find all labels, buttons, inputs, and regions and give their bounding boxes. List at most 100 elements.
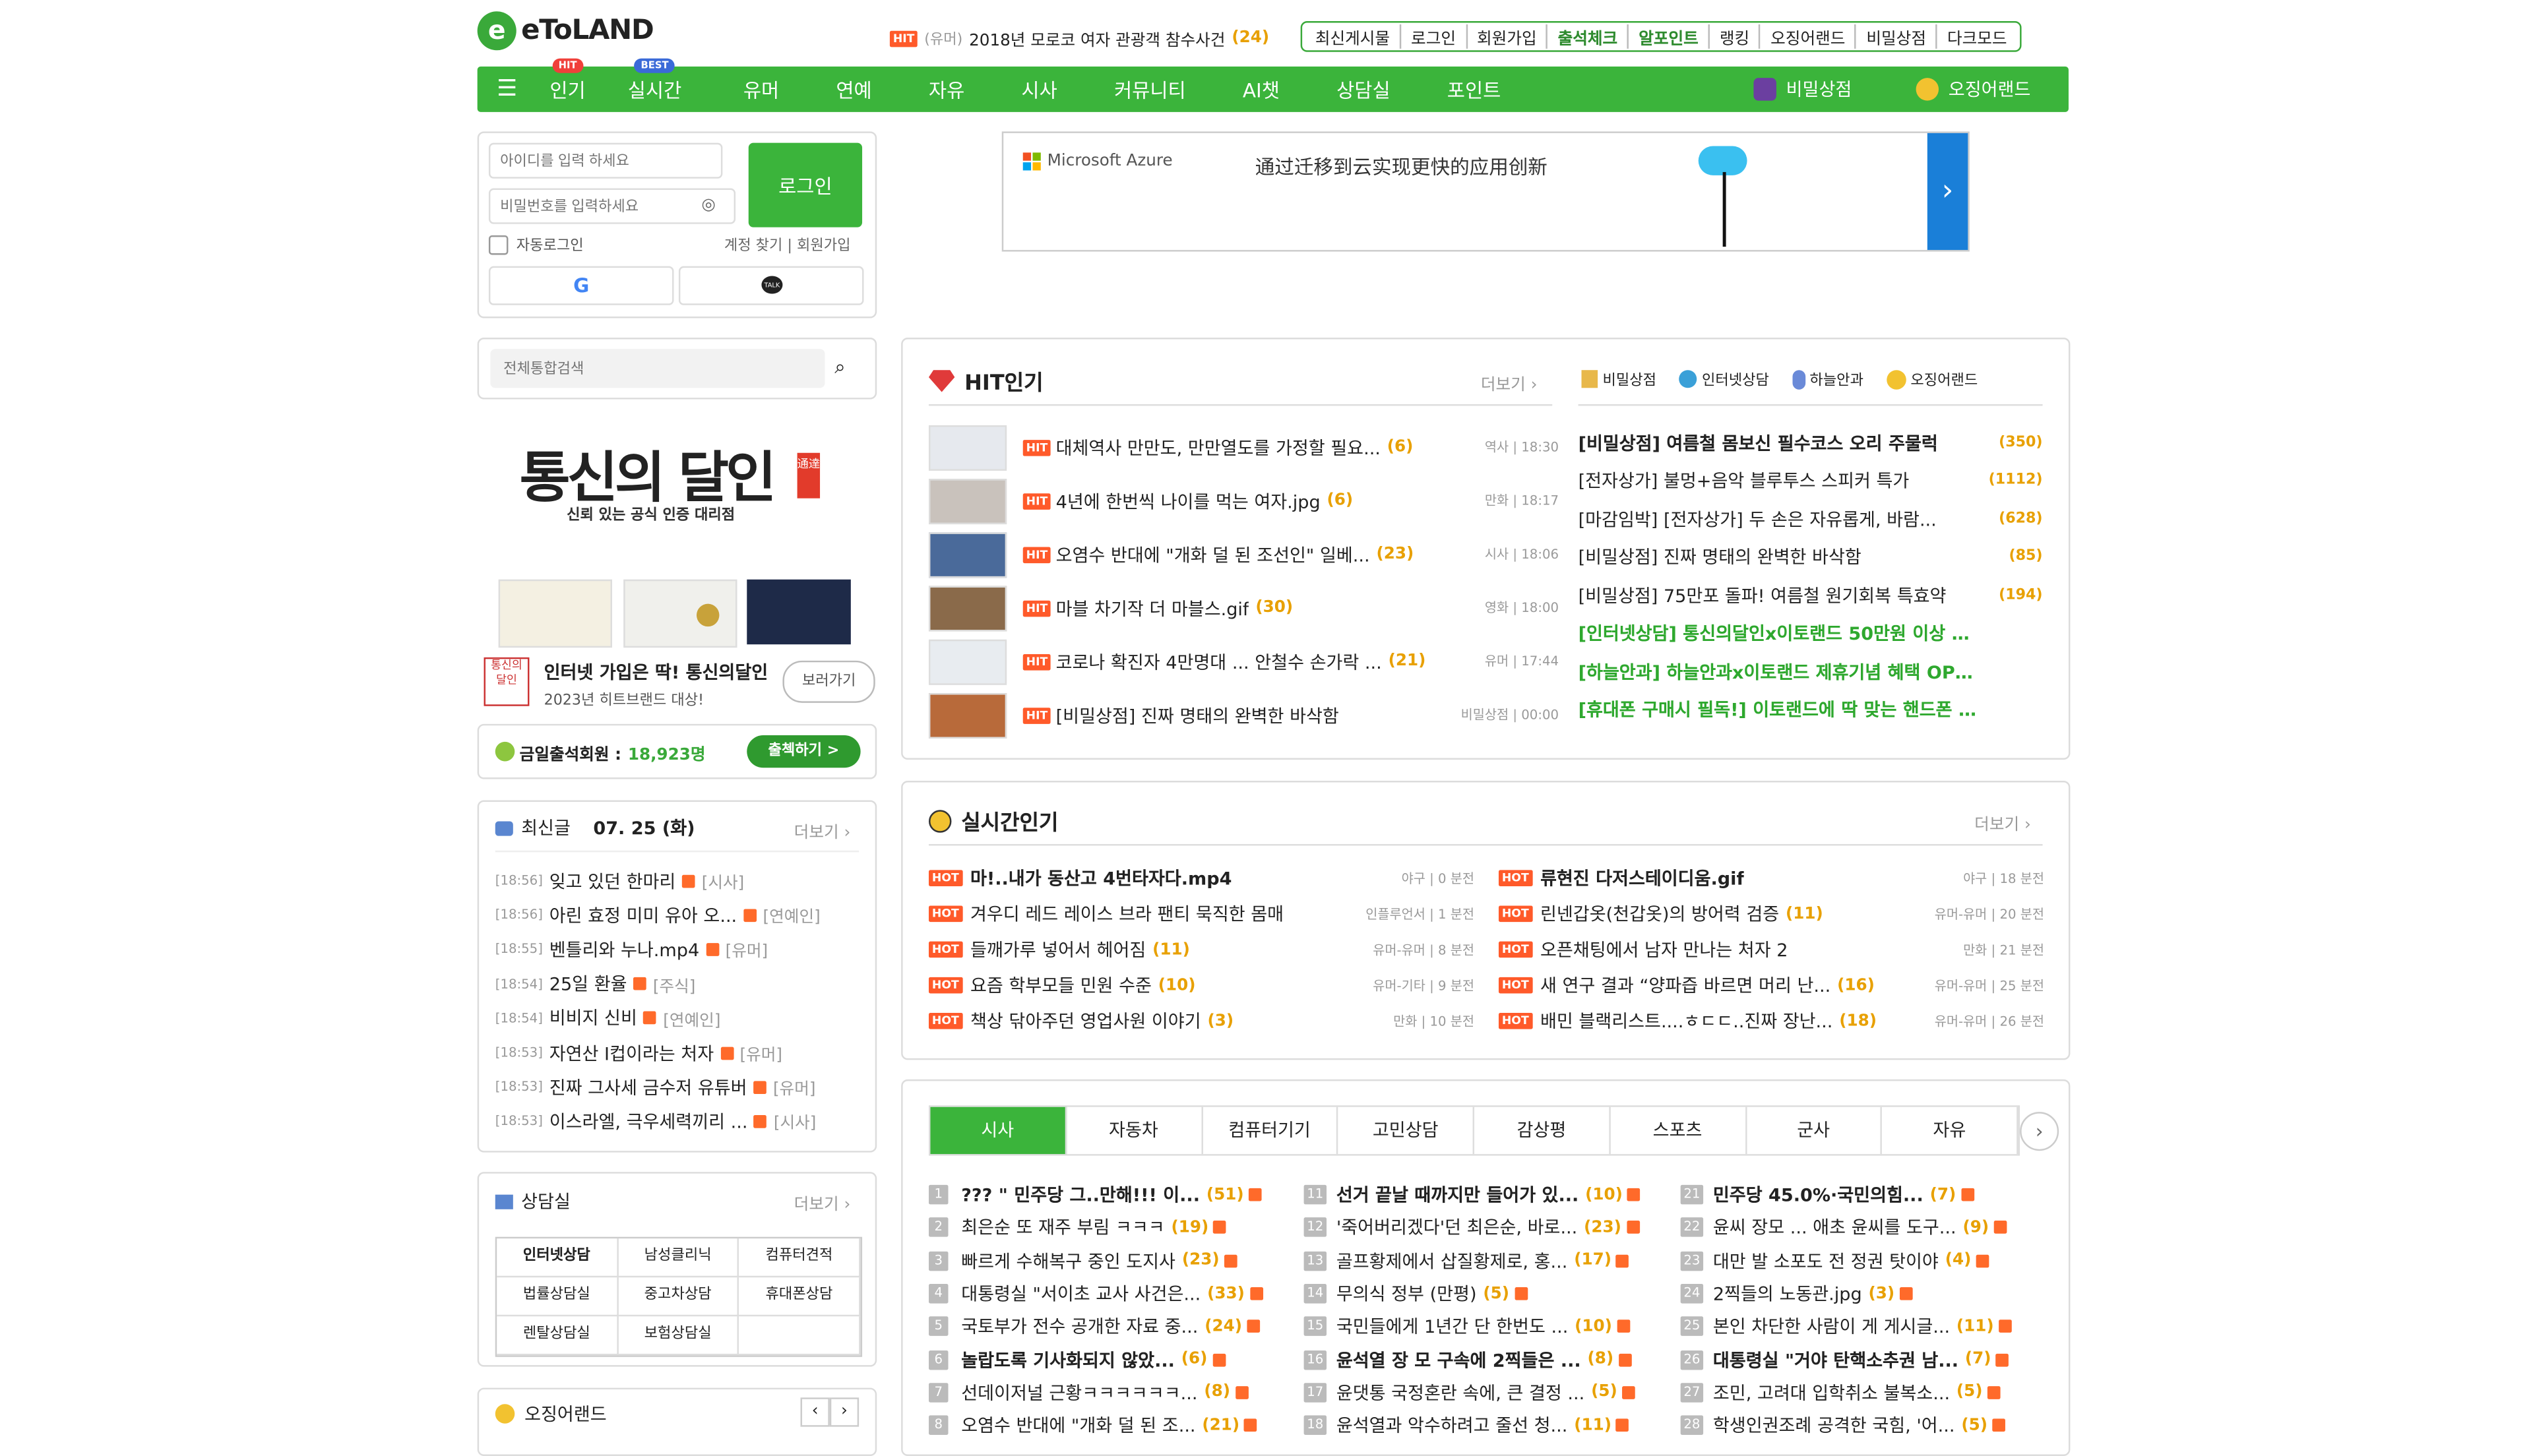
- realtime-title-text[interactable]: 린넨갑옷(천갑옷)의 방어력 검증: [1540, 901, 1779, 926]
- realtime-title-text[interactable]: 배민 블랙리스트....ㅎㄷㄷ..진짜 장난...: [1540, 1008, 1832, 1034]
- link-squidland[interactable]: 오징어랜드: [1759, 24, 1855, 49]
- board-item-title[interactable]: 국민들에게 1년간 단 한번도 ...: [1336, 1314, 1568, 1339]
- ad-banner[interactable]: Microsoft Azure 通过迁移到云实现更快的应用创新 ›: [1001, 131, 1970, 252]
- shop-ad-item[interactable]: [휴대폰 구매시 필독!] 이토랜드에 딱 맞는 핸드폰 설계: [1579, 690, 2043, 729]
- link-dark-mode[interactable]: 다크모드: [1935, 24, 2017, 49]
- realtime-title-text[interactable]: 책상 닦아주던 영업사원 이야기: [970, 1008, 1201, 1034]
- board-item[interactable]: 5 국토부가 전수 공개한 자료 중... (24): [928, 1310, 1286, 1343]
- hit-item[interactable]: HIT 오염수 반대에 "개화 덜 된 조선인" 일베... (23) 시사 | 18…: [928, 528, 1559, 581]
- nav-humor[interactable]: 유머: [743, 75, 779, 103]
- eye-off-icon[interactable]: ◎: [701, 197, 715, 214]
- board-item[interactable]: 7 선데이저널 근황ㅋㅋㅋㅋㅋㅋ... (8): [928, 1376, 1286, 1409]
- shop-ad-title[interactable]: [비밀상점] 여름철 몸보신 필수코스 오리 주물럭: [1579, 430, 1938, 456]
- hit-item[interactable]: HIT 코로나 확진자 4만명대 ... 안철수 손가락 ... (21) 유머 | …: [928, 634, 1559, 688]
- board-item-title[interactable]: 대통령실 "거야 탄핵소추권 남...: [1713, 1347, 1958, 1372]
- board-item-title[interactable]: 선데이저널 근황ㅋㅋㅋㅋㅋㅋ...: [961, 1380, 1197, 1405]
- realtime-item[interactable]: HOT 오픈채팅에서 남자 만나는 처자 2 만화 | 21 분전: [1498, 932, 2044, 967]
- board-item-title[interactable]: 국토부가 전수 공개한 자료 중...: [961, 1314, 1198, 1339]
- board-item[interactable]: 14 무의식 정부 (만평) (5): [1303, 1277, 1664, 1310]
- board-item-title[interactable]: 본인 차단한 사람이 게 게시글...: [1713, 1314, 1950, 1339]
- board-item[interactable]: 3 빠르게 수해복구 중인 도지사 (23): [928, 1244, 1286, 1277]
- board-item-title[interactable]: 무의식 정부 (만평): [1336, 1281, 1477, 1306]
- realtime-item[interactable]: HOT 책상 닦아주던 영업사원 이야기 (3) 만화 | 10 분전: [928, 1003, 1474, 1039]
- board-tab[interactable]: 군사: [1746, 1107, 1883, 1155]
- board-tab[interactable]: 스포츠: [1610, 1107, 1747, 1155]
- hit-item-title[interactable]: [비밀상점] 진짜 명태의 완벽한 바삭함: [1056, 702, 1339, 728]
- board-item[interactable]: 23 대만 발 소포도 전 정권 탓이야 (4): [1680, 1244, 2044, 1277]
- site-logo[interactable]: e eToLAND: [477, 11, 654, 51]
- board-item[interactable]: 12 '죽어버리겠다'던 최은순, 바로... (23): [1303, 1211, 1664, 1244]
- realtime-title-text[interactable]: 새 연구 결과 “양파즙 바르면 머리 난...: [1540, 972, 1830, 998]
- recent-post-item[interactable]: [18:54] 비비지 신비 [연예인]: [495, 1001, 865, 1035]
- nav-secret-shop[interactable]: 비밀상점: [1753, 76, 1852, 102]
- link-secret-shop[interactable]: 비밀상점: [1855, 24, 1936, 49]
- nav-ai-chat[interactable]: AI챗: [1243, 75, 1280, 103]
- board-item[interactable]: 17 윤댓통 국정혼란 속에, 큰 결정 ... (5): [1303, 1376, 1664, 1409]
- board-item-title[interactable]: 윤댓통 국정혼란 속에, 큰 결정 ...: [1336, 1380, 1584, 1405]
- shop-ad-item[interactable]: [하늘안과] 하늘안과x이토랜드 제휴기념 혜택 OPEN: [1579, 653, 2043, 691]
- realtime-title-text[interactable]: 류현진 다저스테이디움.gif: [1540, 865, 1744, 891]
- ad-next-icon[interactable]: ›: [1927, 133, 1968, 251]
- counsel-cell[interactable]: [739, 1316, 861, 1356]
- link-latest[interactable]: 최신게시물: [1305, 24, 1400, 49]
- board-item[interactable]: 13 골프황제에서 삽질황제로, 홍... (17): [1303, 1244, 1664, 1277]
- realtime-title-text[interactable]: 마!..내가 동산고 4번타자다.mp4: [970, 865, 1232, 891]
- nav-community[interactable]: 커뮤니티: [1114, 75, 1186, 103]
- realtime-item[interactable]: HOT 류현진 다저스테이디움.gif 야구 | 18 분전: [1498, 861, 2044, 896]
- counsel-cell[interactable]: 인터넷상담: [497, 1238, 618, 1278]
- post-title[interactable]: 아린 효정 미미 유아 오...: [549, 902, 737, 928]
- recent-post-item[interactable]: [18:56] 아린 효정 미미 유아 오... [연예인]: [495, 898, 865, 932]
- realtime-item[interactable]: HOT 린넨갑옷(천갑옷)의 방어력 검증 (11) 유머-유머 | 20 분전: [1498, 896, 2044, 932]
- board-item[interactable]: 21 민주당 45.0%·국민의힘... (7): [1680, 1178, 2044, 1211]
- link-ranking[interactable]: 랭킹: [1708, 24, 1759, 49]
- board-item-title[interactable]: 윤석열 장 모 구속에 2찍들은 ...: [1336, 1347, 1581, 1372]
- check-in-button[interactable]: 출첵하기 >: [747, 735, 861, 768]
- board-tab[interactable]: 고민상담: [1338, 1107, 1475, 1155]
- hit-item[interactable]: HIT 4년에 한번씩 나이를 먹는 여자.jpg (6) 만화 | 18:17: [928, 474, 1559, 528]
- board-tab[interactable]: 자동차: [1067, 1107, 1203, 1155]
- board-item[interactable]: 1 ??? " 민주당 그..만해!!! 이... (51): [928, 1178, 1286, 1211]
- counsel-cell[interactable]: 남성클리닉: [617, 1238, 739, 1278]
- auto-login[interactable]: 자동로그인: [488, 233, 584, 255]
- board-item-title[interactable]: 선거 끝날 때까지만 들어가 있...: [1336, 1182, 1579, 1207]
- counsel-cell[interactable]: 중고차상담: [617, 1277, 739, 1317]
- nav-squidland[interactable]: 오징어랜드: [1916, 76, 2030, 102]
- tab-secret-shop[interactable]: 비밀상점: [1581, 369, 1656, 390]
- shop-ad-title[interactable]: [하늘안과] 하늘안과x이토랜드 제휴기념 혜택 OPEN: [1579, 659, 1981, 684]
- hit-item-title[interactable]: 마블 차기작 더 마블스.gif: [1056, 595, 1249, 621]
- recent-post-item[interactable]: [18:53] 자연산 I컵이라는 처자 [유머]: [495, 1035, 865, 1070]
- hit-item-title[interactable]: 오염수 반대에 "개화 덜 된 조선인" 일베...: [1056, 541, 1370, 567]
- promo-banner[interactable]: 통신의 달인 通達 신뢰 있는 공식 인증 대리점 통신의 달인 인터넷 가입은…: [478, 414, 875, 710]
- nav-realtime[interactable]: BEST 실시간: [628, 57, 681, 103]
- auto-login-checkbox[interactable]: [488, 234, 509, 255]
- nav-entertainment[interactable]: 연예: [836, 75, 871, 103]
- realtime-item[interactable]: HOT 들깨가루 넣어서 헤어짐 (11) 유머-유머 | 8 분전: [928, 932, 1474, 967]
- board-item-title[interactable]: 조민, 고려대 입학취소 불복소...: [1713, 1380, 1950, 1405]
- kakao-login-button[interactable]: TALK: [678, 266, 864, 305]
- post-title[interactable]: 비비지 신비: [549, 1006, 637, 1031]
- google-login-button[interactable]: G: [488, 266, 674, 305]
- board-item[interactable]: 8 오염수 반대에 "개화 덜 된 조... (21): [928, 1409, 1286, 1442]
- counsel-cell[interactable]: 휴대폰상담: [739, 1277, 861, 1317]
- realtime-title-text[interactable]: 들깨가루 넣어서 헤어짐: [970, 936, 1146, 962]
- counsel-more-link[interactable]: 더보기 ›: [794, 1190, 851, 1214]
- board-item[interactable]: 25 본인 차단한 사람이 게 게시글... (11): [1680, 1310, 2044, 1343]
- recent-post-item[interactable]: [18:53] 진짜 그사세 금수저 유튜버 [유머]: [495, 1070, 865, 1104]
- nav-current-affairs[interactable]: 시사: [1021, 75, 1057, 103]
- counsel-cell[interactable]: 보험상담실: [617, 1316, 739, 1356]
- board-item-title[interactable]: 대통령실 "서이초 교사 사건은...: [961, 1281, 1201, 1306]
- realtime-item[interactable]: HOT 배민 블랙리스트....ㅎㄷㄷ..진짜 장난... (18) 유머-유머 | …: [1498, 1003, 2044, 1039]
- board-item[interactable]: 4 대통령실 "서이초 교사 사건은... (33): [928, 1277, 1286, 1310]
- tabs-next-icon[interactable]: ›: [2020, 1112, 2059, 1151]
- board-item-title[interactable]: 민주당 45.0%·국민의힘...: [1713, 1182, 1923, 1207]
- shop-ad-title[interactable]: [비밀상점] 75만포 돌파! 여름철 원기회복 특효약: [1579, 582, 1947, 608]
- search-icon[interactable]: ⌕: [834, 355, 846, 380]
- board-item[interactable]: 18 윤석열과 악수하려고 줄선 청... (11): [1303, 1409, 1664, 1442]
- hit-item-title[interactable]: 대체역사 만만도, 만만열도를 가정할 필요...: [1056, 434, 1381, 460]
- board-item-title[interactable]: 놀랍도록 기사화되지 않았...: [961, 1347, 1175, 1372]
- recent-post-item[interactable]: [18:54] 25일 환율 [주식]: [495, 967, 865, 1001]
- hit-more-link[interactable]: 더보기 ›: [1481, 370, 1538, 394]
- board-item-title[interactable]: 최은순 또 재주 부림 ㅋㅋㅋ: [961, 1215, 1164, 1240]
- realtime-item[interactable]: HOT 겨우디 레드 레이스 브라 팬티 묵직한 몸매 인플루언서 | 1 분전: [928, 896, 1474, 932]
- realtime-title-text[interactable]: 겨우디 레드 레이스 브라 팬티 묵직한 몸매: [970, 901, 1284, 926]
